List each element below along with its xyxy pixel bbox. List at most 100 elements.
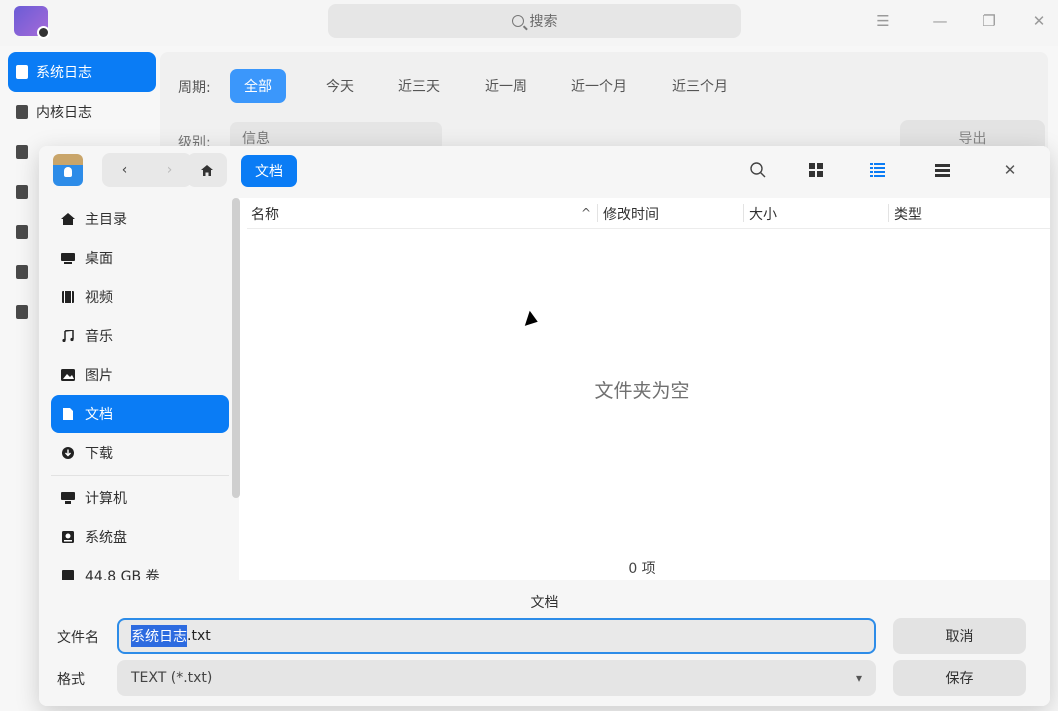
sidebar-item-kernel-log[interactable]: 内核日志 <box>8 92 156 132</box>
titlebar: 搜索 ☰ — ❐ ✕ <box>0 0 1058 46</box>
filename-extension: .txt <box>187 628 211 644</box>
sidebar-item-computer[interactable]: 计算机 <box>51 479 229 517</box>
sidebar-item-label: 系统盘 <box>85 530 127 546</box>
sidebar-item-label: 系统日志 <box>36 65 92 81</box>
sidebar-item-label: 图片 <box>85 368 113 384</box>
log-icon <box>16 225 28 239</box>
detail-view-icon[interactable] <box>932 160 952 180</box>
level-value: 信息 <box>242 131 270 147</box>
column-separator <box>888 204 889 222</box>
video-icon <box>62 291 74 303</box>
period-chip-3days[interactable]: 近三天 <box>384 69 454 103</box>
sidebar-item-downloads[interactable]: 下载 <box>51 434 229 472</box>
log-icon <box>16 265 28 279</box>
period-chip-today[interactable]: 今天 <box>312 69 368 103</box>
log-icon <box>16 145 28 159</box>
home-button[interactable] <box>187 153 227 187</box>
computer-icon <box>61 492 75 504</box>
log-icon <box>16 65 28 79</box>
list-view-icon[interactable] <box>867 160 887 180</box>
file-manager-logo-icon <box>53 154 83 186</box>
sidebar-item-volume[interactable]: 44.8 GB 卷 <box>51 557 229 580</box>
file-list: 名称 ^ 修改时间 大小 类型 文件夹为空 0 项 <box>247 198 1050 580</box>
volume-icon <box>62 570 74 580</box>
save-button[interactable]: 保存 <box>893 660 1026 696</box>
sidebar-item-label: 44.8 GB 卷 <box>85 569 160 580</box>
close-icon[interactable]: ✕ <box>1000 160 1020 180</box>
sidebar-scrollbar[interactable] <box>232 198 240 498</box>
log-icon <box>16 305 28 319</box>
sidebar-item-label: 视频 <box>85 290 113 306</box>
period-chip-3months[interactable]: 近三个月 <box>658 69 742 103</box>
sidebar-item-label: 桌面 <box>85 251 113 267</box>
cancel-button[interactable]: 取消 <box>893 618 1026 654</box>
chevron-left-icon: ‹ <box>121 162 128 178</box>
sidebar-item-label: 音乐 <box>85 329 113 345</box>
dialog-toolbar: ‹ › 文档 ✕ <box>39 146 1050 198</box>
sidebar-item-home[interactable]: 主目录 <box>51 200 229 238</box>
column-separator <box>743 204 744 222</box>
period-chip-all[interactable]: 全部 <box>230 69 286 103</box>
filename-label: 文件名 <box>57 630 99 646</box>
forward-button[interactable]: › <box>147 153 192 187</box>
format-select[interactable]: TEXT (*.txt) ▾ <box>117 660 876 696</box>
column-header-type[interactable]: 类型 <box>894 204 922 224</box>
menu-icon[interactable]: ☰ <box>872 10 894 32</box>
app-logo-icon <box>14 6 50 39</box>
header-divider <box>247 228 1050 229</box>
empty-folder-message: 文件夹为空 <box>594 380 690 402</box>
search-icon[interactable] <box>748 160 768 180</box>
icon-view-icon[interactable] <box>806 160 826 180</box>
current-directory-label: 文档 <box>530 595 559 611</box>
column-header-size[interactable]: 大小 <box>749 204 777 224</box>
sidebar-item-desktop[interactable]: 桌面 <box>51 239 229 277</box>
sidebar-item-label: 下载 <box>85 446 113 462</box>
filename-selected-text: 系统日志 <box>131 625 187 647</box>
format-label: 格式 <box>57 672 85 688</box>
sidebar-divider <box>51 475 229 476</box>
desktop-icon <box>61 253 75 264</box>
chevron-down-icon: ▾ <box>855 671 862 685</box>
format-value: TEXT (*.txt) <box>131 670 213 686</box>
maximize-icon[interactable]: ❐ <box>978 10 1000 32</box>
back-button[interactable]: ‹ <box>102 153 147 187</box>
download-icon <box>62 447 74 459</box>
sidebar-item-video[interactable]: 视频 <box>51 278 229 316</box>
period-chip-week[interactable]: 近一周 <box>471 69 541 103</box>
sidebar-item-documents[interactable]: 文档 <box>51 395 229 433</box>
column-separator <box>597 204 598 222</box>
save-panel: 文档 文件名 系统日志 .txt 格式 TEXT (*.txt) ▾ 取消 保存 <box>39 580 1050 706</box>
sidebar-item-label: 内核日志 <box>36 105 92 121</box>
disk-icon <box>62 531 74 543</box>
breadcrumb-documents[interactable]: 文档 <box>241 155 297 187</box>
log-icon <box>16 185 28 199</box>
column-header-name[interactable]: 名称 <box>251 204 279 224</box>
log-icon <box>16 105 28 119</box>
document-icon <box>63 408 73 420</box>
nav-buttons: ‹ › <box>102 153 192 187</box>
sidebar-item-music[interactable]: 音乐 <box>51 317 229 355</box>
filename-input[interactable]: 系统日志 .txt <box>117 618 876 654</box>
save-file-dialog: ‹ › 文档 ✕ 主目录 桌面 视频 音乐 图片 文档 下载 计算机 系统盘 4… <box>39 146 1050 706</box>
music-icon <box>62 330 74 342</box>
column-header-modified[interactable]: 修改时间 <box>603 204 659 224</box>
sidebar-item-pictures[interactable]: 图片 <box>51 356 229 394</box>
search-box[interactable]: 搜索 <box>328 4 741 38</box>
search-placeholder: 搜索 <box>529 14 558 30</box>
search-icon <box>511 15 524 27</box>
item-count: 0 项 <box>628 561 656 577</box>
close-icon[interactable]: ✕ <box>1028 10 1050 32</box>
home-icon <box>201 164 213 176</box>
chevron-right-icon: › <box>166 162 173 178</box>
sort-ascending-icon[interactable]: ^ <box>581 206 591 220</box>
image-icon <box>61 369 75 381</box>
sidebar-item-system-log[interactable]: 系统日志 <box>8 52 156 92</box>
sidebar-item-label: 计算机 <box>85 491 127 507</box>
period-label: 周期: <box>178 80 211 96</box>
sidebar-item-label: 主目录 <box>85 212 127 228</box>
sidebar-item-system-disk[interactable]: 系统盘 <box>51 518 229 556</box>
minimize-icon[interactable]: — <box>929 10 951 32</box>
period-chip-month[interactable]: 近一个月 <box>557 69 641 103</box>
sidebar-item-label: 文档 <box>85 407 113 423</box>
home-icon <box>61 213 75 225</box>
